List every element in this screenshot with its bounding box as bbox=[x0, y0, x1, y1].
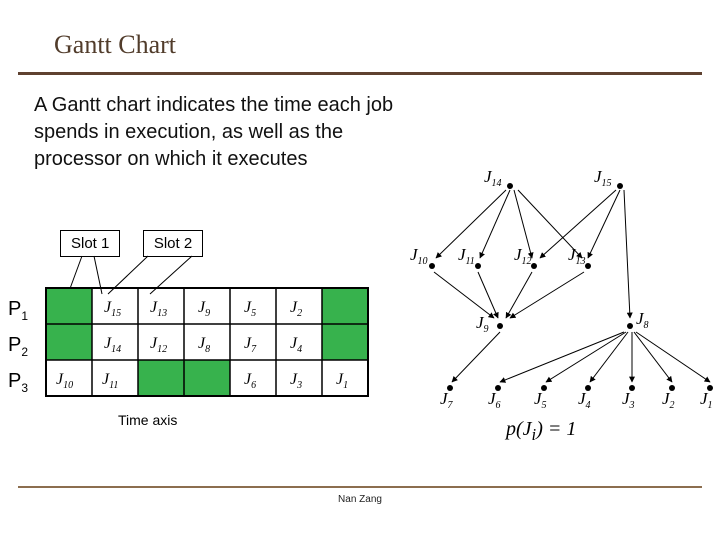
node-j14: J14 bbox=[484, 167, 502, 189]
node-j15: J15 bbox=[594, 167, 612, 189]
cell-p1-s5: J5 bbox=[244, 299, 256, 319]
p2-letter: P bbox=[8, 334, 21, 356]
cell-p3-s1: J10 bbox=[56, 371, 73, 391]
cell-p1-s6: J2 bbox=[290, 299, 302, 319]
node-j11: J11 bbox=[458, 245, 475, 267]
slot1-label: Slot 1 bbox=[60, 230, 120, 257]
pj-tail: ) = 1 bbox=[536, 418, 576, 440]
p1-sub: 1 bbox=[21, 309, 28, 323]
footer-author: Nan Zang bbox=[0, 494, 720, 505]
node-j13: J13 bbox=[568, 245, 586, 267]
p3-sub: 3 bbox=[21, 381, 28, 395]
cell-p3-s6: J3 bbox=[290, 371, 302, 391]
cell-p3-s7: J1 bbox=[336, 371, 348, 391]
precedence-tree: J14 J15 J10 J11 J12 J13 J9 J8 J7 J6 J5 J… bbox=[410, 166, 720, 416]
p1-letter: P bbox=[8, 298, 21, 320]
processor-1-label: P1 bbox=[8, 298, 28, 323]
slot-labels-group: Slot 1 Slot 2 bbox=[60, 230, 221, 257]
gantt-chart: J15 J13 J9 J5 J2 J14 J12 J8 J7 J4 J10 J1… bbox=[38, 282, 374, 402]
slot2-label: Slot 2 bbox=[143, 230, 203, 257]
cell-p2-s3: J12 bbox=[150, 335, 167, 355]
cell-p3-s2: J11 bbox=[102, 371, 118, 391]
p2-sub: 2 bbox=[21, 345, 28, 359]
cell-p2-s5: J7 bbox=[244, 335, 257, 355]
cell-p1-s3: J13 bbox=[150, 299, 167, 319]
slide-title: Gantt Chart bbox=[54, 30, 176, 60]
processor-2-label: P2 bbox=[8, 334, 28, 359]
cell-p1-s4: J9 bbox=[198, 299, 210, 319]
node-j9: J9 bbox=[476, 313, 489, 335]
cell-p2-s4: J8 bbox=[198, 335, 210, 355]
time-axis-label: Time axis bbox=[118, 412, 177, 428]
p3-letter: P bbox=[8, 370, 21, 392]
cell-p3-s5: J6 bbox=[244, 371, 256, 391]
processor-3-label: P3 bbox=[8, 370, 28, 395]
node-j5: J5 bbox=[534, 389, 547, 411]
slide-description: A Gantt chart indicates the time each jo… bbox=[34, 92, 404, 173]
node-j7: J7 bbox=[440, 389, 454, 411]
node-j4: J4 bbox=[578, 389, 591, 411]
processing-time-formula: p(Ji) = 1 bbox=[506, 418, 576, 445]
node-j12: J12 bbox=[514, 245, 532, 267]
cell-p2-s2: J14 bbox=[104, 335, 121, 355]
node-j10: J10 bbox=[410, 245, 428, 267]
footer-rule bbox=[18, 486, 702, 488]
cell-p1-s2: J15 bbox=[104, 299, 121, 319]
node-j6: J6 bbox=[488, 389, 501, 411]
node-j1: J1 bbox=[700, 389, 713, 411]
node-j2: J2 bbox=[662, 389, 675, 411]
pj-head: p(J bbox=[506, 418, 532, 440]
node-j3: J3 bbox=[622, 389, 635, 411]
node-j8: J8 bbox=[636, 309, 649, 331]
cell-p2-s6: J4 bbox=[290, 335, 302, 355]
title-underline bbox=[18, 72, 702, 75]
